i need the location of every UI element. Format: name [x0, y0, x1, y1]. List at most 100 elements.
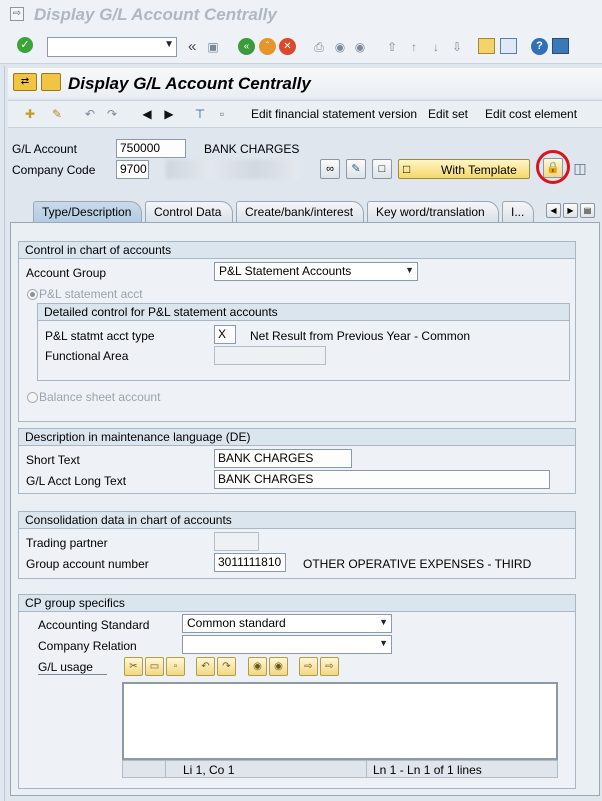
- functional-area-label: Functional Area: [45, 349, 129, 363]
- enter-icon[interactable]: ✓: [17, 37, 33, 53]
- next-entry-icon[interactable]: ▶: [161, 106, 177, 122]
- accounting-standard-value: Common standard: [187, 616, 286, 630]
- group-account-field[interactable]: 3011111810: [214, 553, 286, 572]
- application-title-bar: ⇄ Display G/L Account Centrally: [8, 68, 602, 98]
- change-icon[interactable]: ✎: [49, 106, 65, 122]
- display-change-icon[interactable]: ⇄: [13, 73, 37, 91]
- document-icon[interactable]: ▫: [214, 106, 230, 122]
- control-group-title: Control in chart of accounts: [19, 242, 575, 259]
- balance-sheet-radio-label: Balance sheet account: [39, 390, 161, 404]
- paste-icon[interactable]: ▫: [166, 657, 185, 676]
- new-session-icon[interactable]: [478, 38, 495, 54]
- long-text-field[interactable]: BANK CHARGES: [214, 470, 550, 489]
- pl-statement-radio[interactable]: [27, 289, 38, 300]
- cp-group-title: CP group specifics: [19, 595, 575, 612]
- tab-control-data[interactable]: Control Data: [145, 201, 233, 222]
- help-icon[interactable]: ?: [531, 38, 548, 55]
- tab-keyword-translation[interactable]: Key word/translation: [367, 201, 499, 222]
- undo-icon[interactable]: ↶: [82, 106, 98, 122]
- system-title-bar: ⇨ Display G/L Account Centrally: [0, 0, 602, 30]
- trading-partner-label: Trading partner: [26, 536, 108, 550]
- gl-usage-label: G/L usage: [38, 660, 107, 675]
- shortcut-icon[interactable]: [500, 38, 517, 54]
- financial-statement-icon[interactable]: ⊤: [192, 106, 208, 122]
- exit-icon[interactable]: ˆ: [259, 38, 276, 55]
- edit-fs-version-button[interactable]: Edit financial statement version: [251, 107, 417, 121]
- chevron-down-icon: ▼: [405, 265, 414, 275]
- command-field[interactable]: ▼: [47, 37, 177, 57]
- edit-pencil-icon[interactable]: ✎: [346, 159, 366, 179]
- export-icon[interactable]: ⇨: [320, 657, 339, 676]
- redo-text-icon[interactable]: ↷: [217, 657, 236, 676]
- with-template-button[interactable]: □ With Template: [398, 159, 530, 179]
- chevron-down-icon: ▼: [379, 638, 388, 648]
- pl-type-label: P&L statmt acct type: [45, 329, 155, 343]
- group-account-label: Group account number: [26, 557, 149, 571]
- edit-cost-element-button[interactable]: Edit cost element: [485, 107, 577, 121]
- previous-page-icon[interactable]: ↑: [406, 39, 422, 55]
- accounting-standard-dropdown[interactable]: Common standard ▼: [182, 614, 392, 633]
- gl-usage-text-editor[interactable]: [122, 682, 558, 760]
- page-title: Display G/L Account Centrally: [68, 74, 311, 93]
- company-relation-dropdown[interactable]: ▼: [182, 635, 392, 654]
- undo-text-icon[interactable]: ↶: [196, 657, 215, 676]
- print-icon[interactable]: ⎙: [311, 39, 327, 55]
- functional-area-field[interactable]: [214, 346, 326, 365]
- balance-sheet-radio[interactable]: [27, 392, 38, 403]
- cut-icon[interactable]: ✂: [124, 657, 143, 676]
- other-account-icon[interactable]: [41, 73, 61, 91]
- next-page-icon[interactable]: ↓: [428, 39, 444, 55]
- window-title: Display G/L Account Centrally: [34, 5, 277, 24]
- text-editor-status-bar: Li 1, Co 1 Ln 1 - Ln 1 of 1 lines: [122, 760, 558, 778]
- tab-scroll-right-icon[interactable]: ▶: [563, 203, 578, 218]
- tab-create-bank-interest[interactable]: Create/bank/interest: [236, 201, 364, 222]
- create-icon[interactable]: ✚: [22, 106, 38, 122]
- edit-set-button[interactable]: Edit set: [428, 107, 468, 121]
- company-relation-label: Company Relation: [38, 639, 137, 653]
- chevron-down-icon: ▼: [379, 617, 388, 627]
- account-group-dropdown[interactable]: P&L Statement Accounts ▼: [214, 262, 418, 281]
- collapse-command-icon[interactable]: «: [188, 38, 196, 55]
- back-icon[interactable]: «: [238, 38, 255, 55]
- save-icon[interactable]: ▣: [205, 39, 221, 55]
- gl-account-field[interactable]: 750000: [116, 139, 186, 158]
- delete-trash-icon[interactable]: ◫: [570, 158, 590, 178]
- copy-icon[interactable]: ▭: [145, 657, 164, 676]
- menu-icon[interactable]: ⇨: [10, 7, 24, 21]
- status-divider: [366, 761, 367, 777]
- last-page-icon[interactable]: ⇩: [449, 39, 465, 55]
- import-icon[interactable]: ⇨: [299, 657, 318, 676]
- new-document-icon[interactable]: □: [372, 159, 392, 179]
- tab-more[interactable]: I...: [502, 201, 534, 222]
- find-icon[interactable]: ◉: [332, 39, 348, 55]
- previous-entry-icon[interactable]: ◀: [139, 106, 155, 122]
- first-page-icon[interactable]: ⇧: [384, 39, 400, 55]
- gl-account-label: G/L Account: [12, 142, 77, 156]
- tab-list-icon[interactable]: ▤: [580, 203, 595, 218]
- group-account-text: OTHER OPERATIVE EXPENSES - THIRD: [303, 557, 532, 571]
- pl-statement-radio-label: P&L statement acct: [39, 287, 143, 301]
- cancel-icon[interactable]: ✕: [279, 38, 296, 55]
- line-count: Ln 1 - Ln 1 of 1 lines: [373, 763, 482, 777]
- account-group-value: P&L Statement Accounts: [219, 264, 352, 278]
- detailed-control-title: Detailed control for P&L statement accou…: [38, 304, 569, 321]
- with-template-label: With Template: [441, 163, 517, 177]
- replace-text-icon[interactable]: ◉: [269, 657, 288, 676]
- glasses-icon[interactable]: ∞: [320, 159, 340, 179]
- trading-partner-field[interactable]: [214, 532, 259, 551]
- chevron-down-icon[interactable]: ▼: [164, 39, 174, 50]
- find-text-icon[interactable]: ◉: [248, 657, 267, 676]
- short-text-label: Short Text: [26, 453, 80, 467]
- description-group-title: Description in maintenance language (DE): [19, 429, 575, 446]
- find-next-icon[interactable]: ◉: [352, 39, 368, 55]
- redo-icon[interactable]: ↷: [104, 106, 120, 122]
- company-code-field[interactable]: 9700: [116, 160, 149, 179]
- short-text-field[interactable]: BANK CHARGES: [214, 449, 352, 468]
- pl-type-field[interactable]: X: [214, 325, 236, 344]
- tab-scroll-left-icon[interactable]: ◀: [546, 203, 561, 218]
- gl-account-text: BANK CHARGES: [204, 142, 300, 156]
- company-code-label: Company Code: [12, 163, 96, 177]
- tab-type-description[interactable]: Type/Description: [33, 201, 142, 222]
- highlight-circle: [536, 150, 570, 184]
- customize-layout-icon[interactable]: [552, 38, 569, 54]
